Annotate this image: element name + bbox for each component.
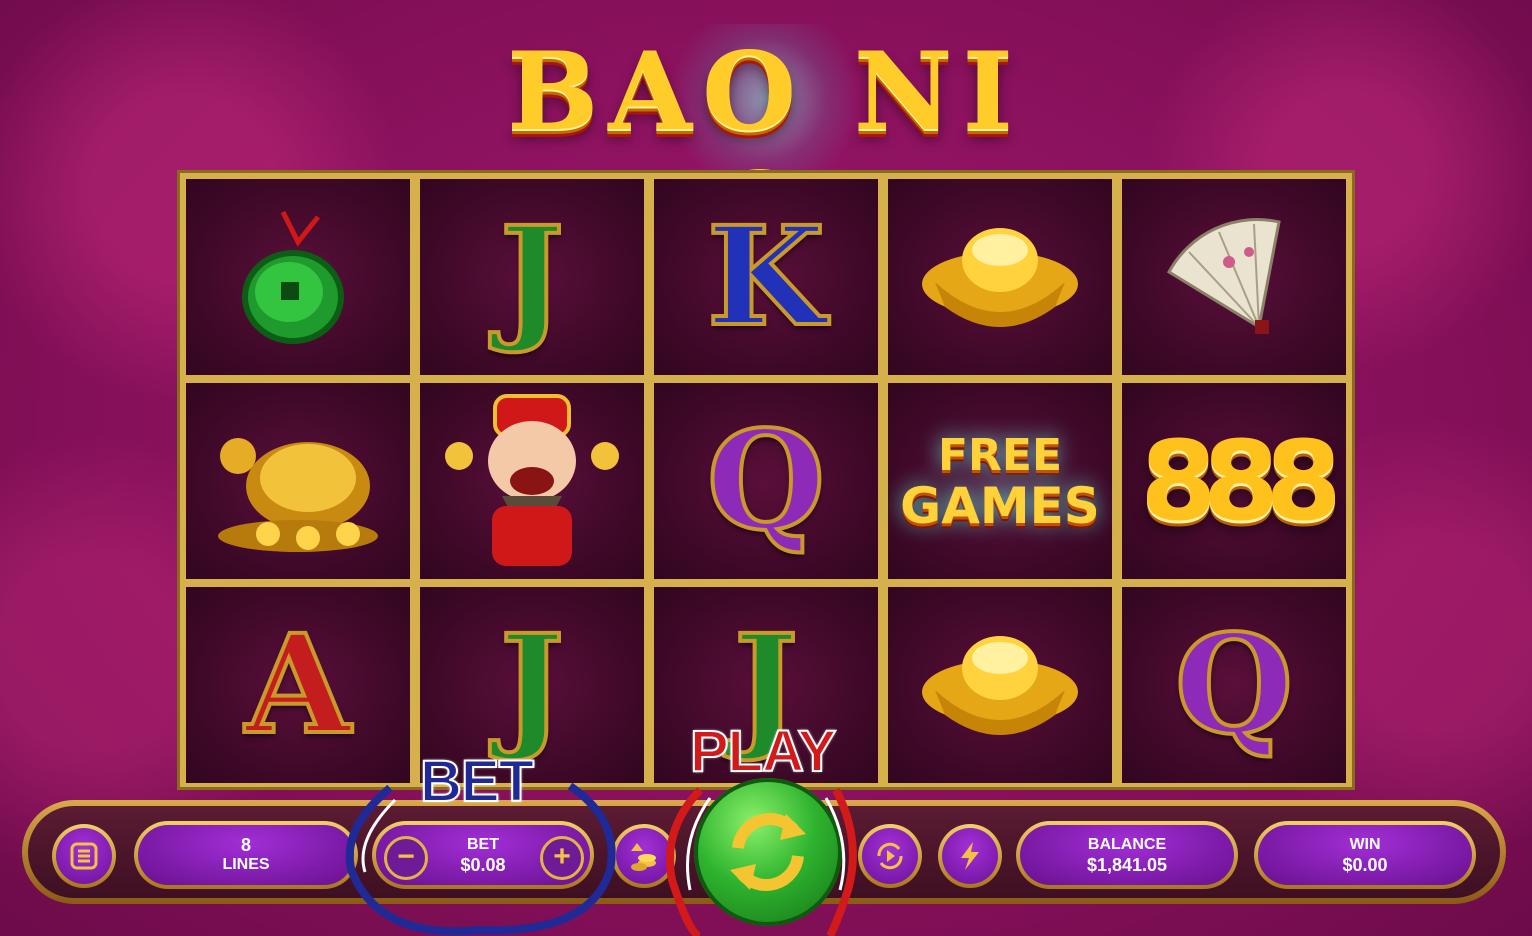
win-display: WIN $0.00 [1254,821,1476,889]
reel-cell: 888 [1122,383,1346,579]
balance-display: BALANCE $1,841.05 [1016,821,1238,889]
free-games-line1: FREE [937,430,1063,481]
free-games-line2: GAMES [900,477,1100,535]
lightning-icon [961,842,979,870]
gold-ingot-icon [922,636,1078,735]
max-bet-button[interactable] [612,824,676,888]
balance-display-face: BALANCE $1,841.05 [1020,825,1234,885]
menu-button[interactable] [52,824,116,888]
menu-icon [70,842,98,870]
symbol-j: J [498,605,566,765]
game-logo: BAO NI 8 [460,24,1070,272]
win-display-face: WIN $0.00 [1258,825,1472,885]
lines-label: LINES [222,856,270,873]
free-games-symbol: FREE GAMES [900,430,1100,535]
balance-label: BALANCE [1087,836,1167,853]
turbo-button[interactable] [938,824,1002,888]
symbol-q: Q [705,401,827,561]
lines-display: 8 LINES [138,825,354,885]
lines-value: 8 [240,835,251,855]
balance-value: $1,841.05 [1086,855,1168,875]
symbol-j: J [498,197,566,357]
reel-grid: J K Q FREE GAMES 888 A J J Q [177,170,1355,790]
turbo-button-face [942,828,998,884]
win-value: $0.00 [1342,855,1388,875]
symbol-888: 888 [1140,417,1342,545]
autoplay-button[interactable] [858,824,922,888]
menu-button-face [56,828,112,884]
reel-cell: J [420,179,644,375]
fan-icon [1167,218,1281,334]
reel-cell: K [654,179,878,375]
reel-cell [1122,179,1346,375]
autoplay-button-face [862,828,918,884]
reel-cell [420,383,644,579]
symbol-a: A [243,605,353,765]
reel-cell: FREE GAMES [888,383,1112,579]
jade-coin-icon [242,210,344,344]
reel-cell [186,179,410,375]
bet-annotation-label: BET [419,749,535,814]
reel-cell [888,179,1112,375]
reel-cell: A [186,587,410,783]
reel-cell [888,587,1112,783]
symbol-k: K [705,197,827,357]
reel-cell: Q [654,383,878,579]
play-annotation-label: PLAY [689,719,837,784]
reel-cell: Q [1122,587,1346,783]
gold-turtle-icon [218,438,378,552]
gold-ingot-icon [922,228,1078,327]
symbol-q: Q [1173,605,1295,765]
bet-decrease-button[interactable]: − [384,836,428,880]
bet-increase-button[interactable]: + [540,836,584,880]
refresh-icon [730,813,806,891]
max-bet-button-face [616,828,672,884]
fortune-god-icon [445,394,619,566]
autoplay-icon [877,842,903,870]
spin-button[interactable] [694,778,842,926]
win-label: WIN [1349,836,1381,853]
coin-stack-icon [631,843,656,871]
reel-cell [186,383,410,579]
lines-selector[interactable]: 8 LINES [134,821,358,889]
